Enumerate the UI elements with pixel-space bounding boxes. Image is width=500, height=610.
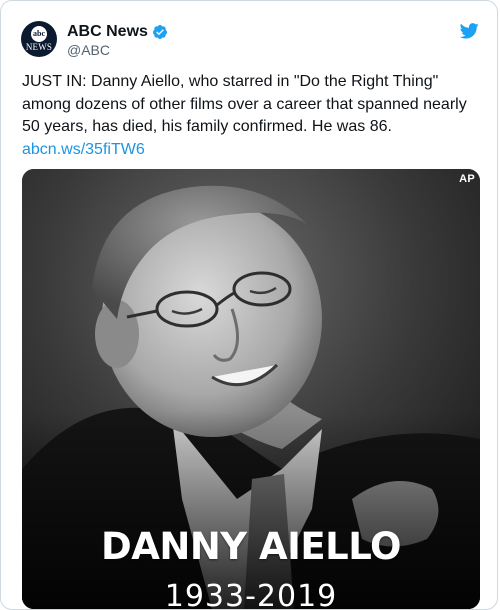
name-row: ABC News <box>67 22 168 42</box>
photo-credit: AP <box>459 173 475 185</box>
user-handle[interactable]: @ABC <box>67 42 110 58</box>
twitter-bird-icon[interactable] <box>459 23 479 39</box>
avatar-abc-text: abc <box>31 26 47 42</box>
avatar-news-text: NEWS <box>25 42 53 52</box>
tweet-text: JUST IN: Danny Aiello, who starred in "D… <box>22 73 467 135</box>
tweet-media-image[interactable]: AP DANNY AIELLO 1933-2019 <box>22 169 480 609</box>
photo-caption-years: 1933-2019 <box>164 579 338 609</box>
display-name[interactable]: ABC News <box>67 23 148 41</box>
tweet-header: abc NEWS ABC News @ABC <box>21 21 479 61</box>
tweet-card[interactable]: abc NEWS ABC News @ABC JUST IN: Danny Ai… <box>0 0 498 610</box>
verified-badge-icon <box>152 24 168 40</box>
tweet-link[interactable]: abcn.ws/35fiTW6 <box>22 139 482 162</box>
photo-caption-name: DANNY AIELLO <box>101 525 401 568</box>
avatar[interactable]: abc NEWS <box>21 21 57 57</box>
tweet-body: JUST IN: Danny Aiello, who starred in "D… <box>22 71 482 161</box>
